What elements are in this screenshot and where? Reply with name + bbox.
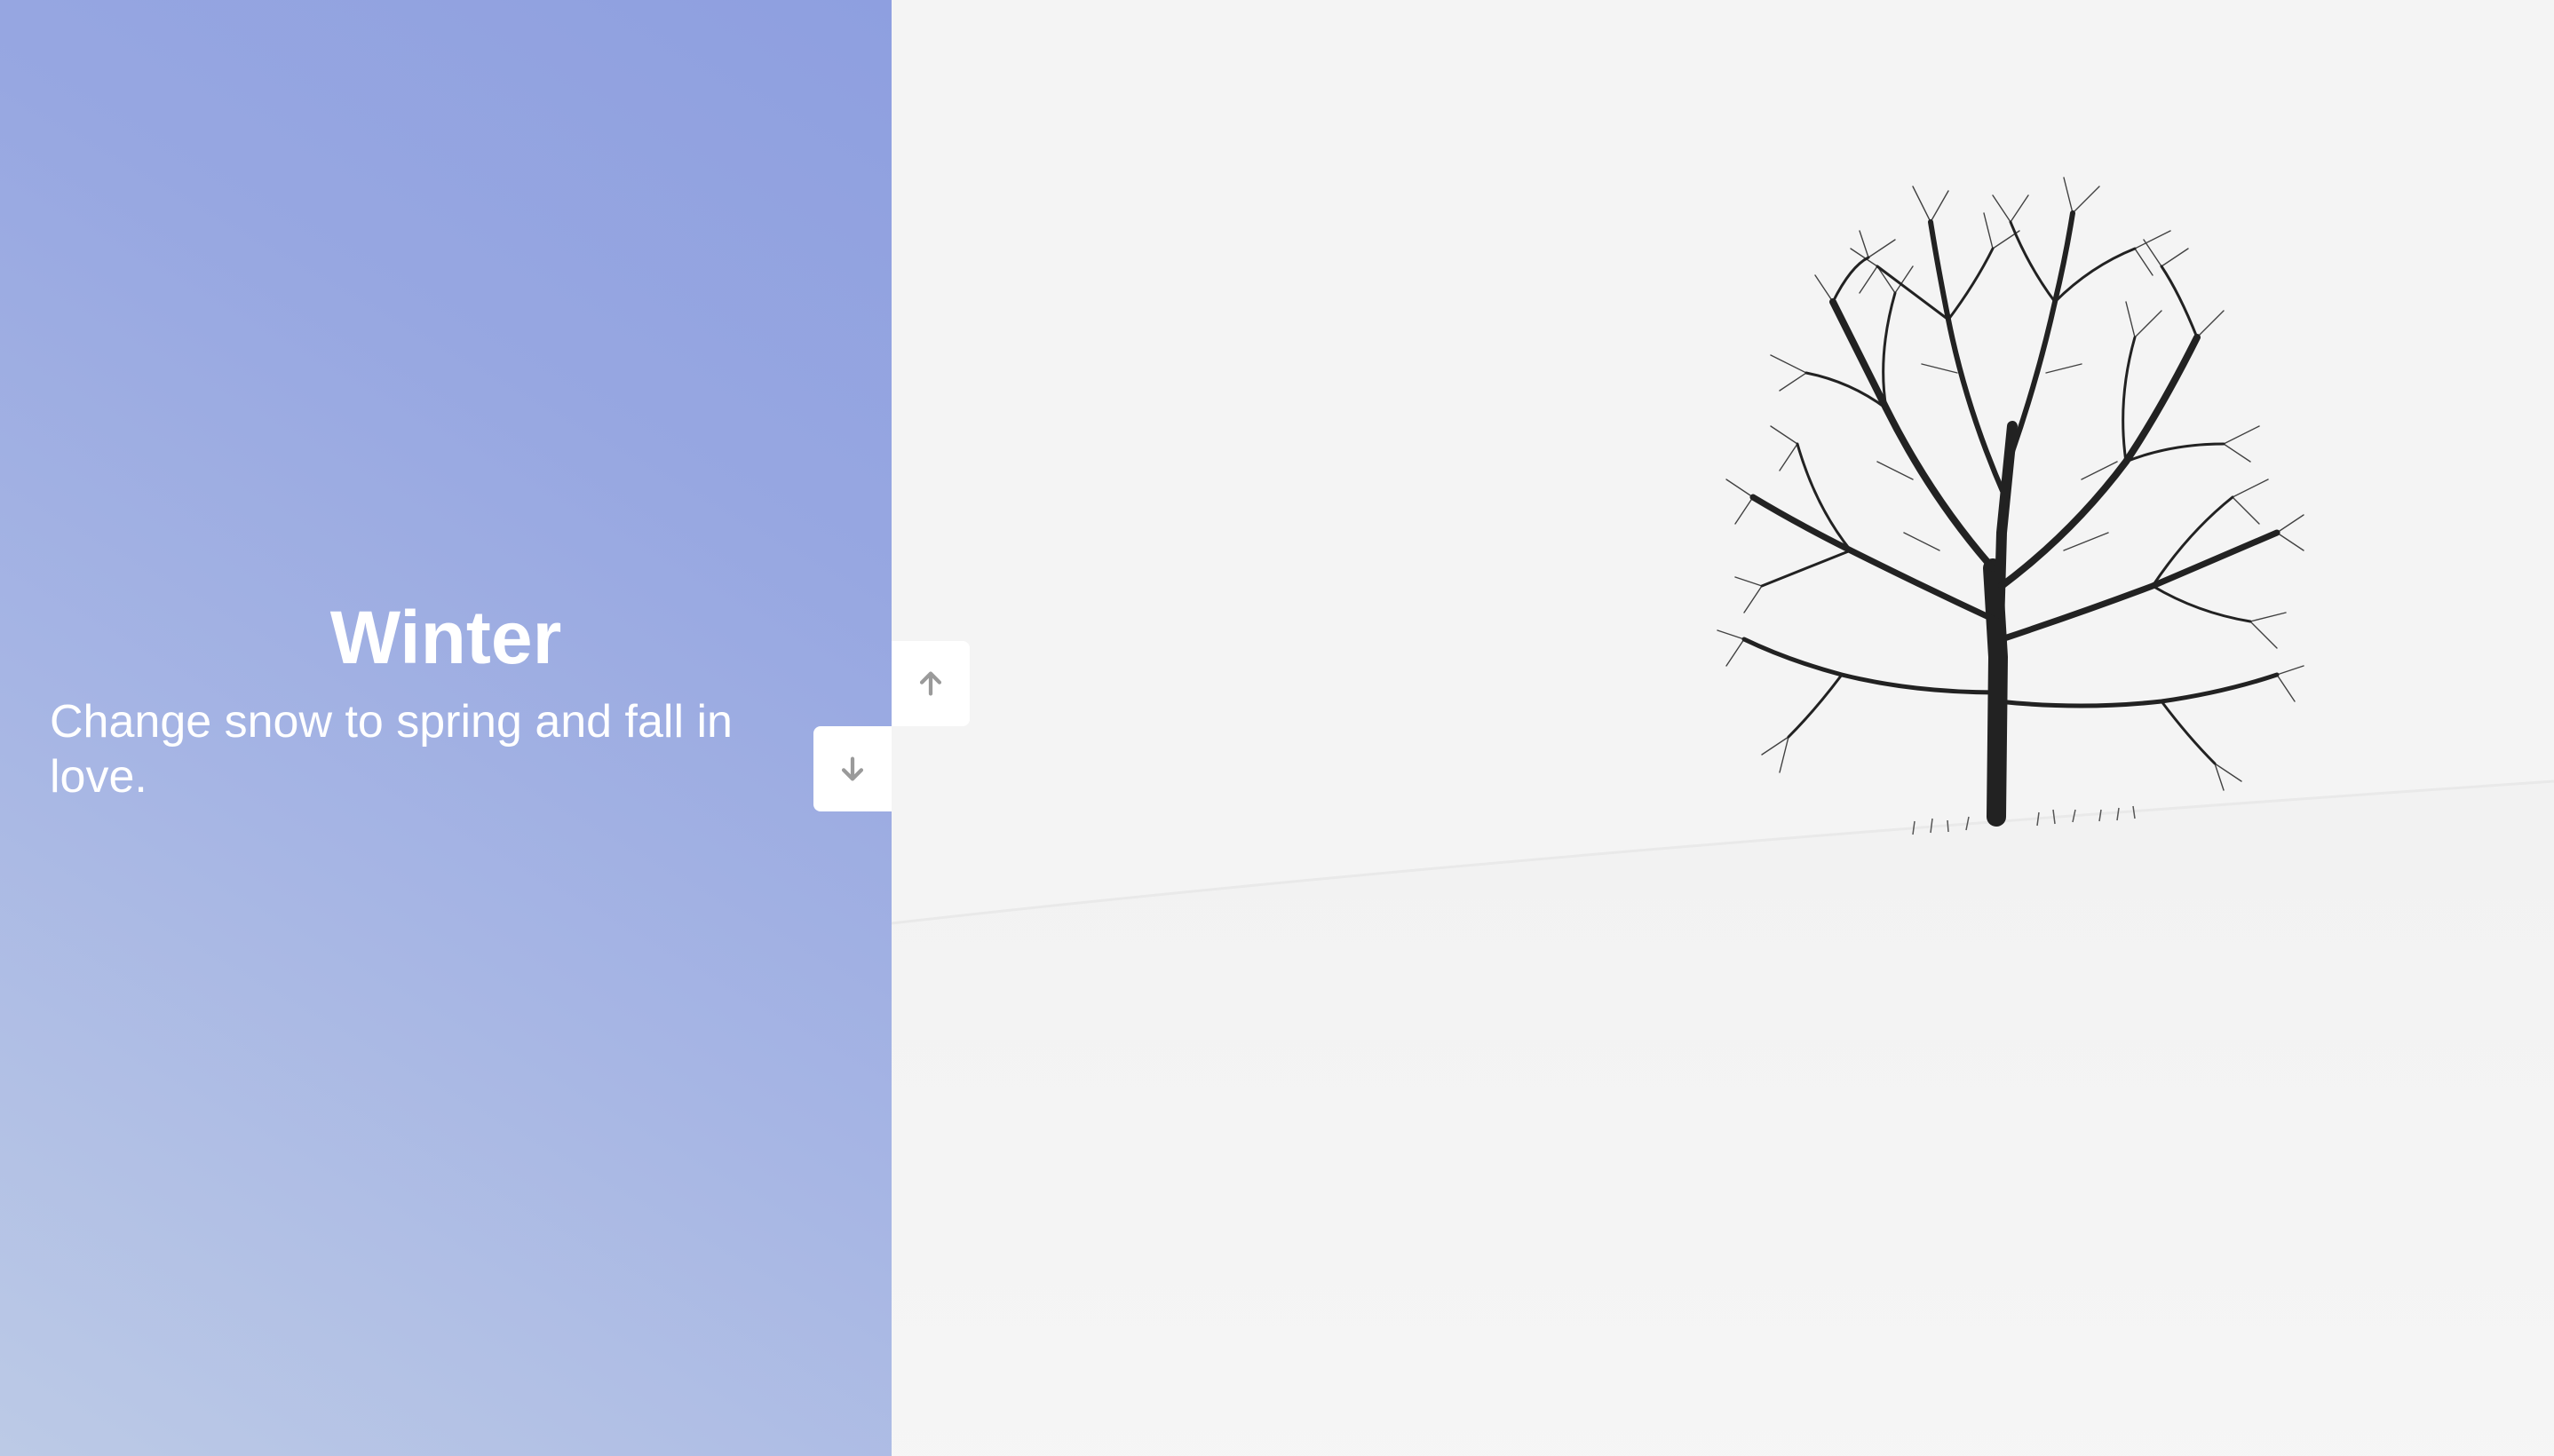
- arrow-down-icon: [841, 756, 864, 781]
- winter-tree-image: [892, 0, 2554, 1456]
- slide-title: Winter: [329, 596, 562, 679]
- slide-description: Change snow to spring and fall in love.: [50, 696, 733, 803]
- slide-down-button[interactable]: [813, 726, 892, 811]
- slide-up-button[interactable]: [892, 641, 970, 726]
- slide-image-winter-tree: [892, 0, 2554, 1456]
- split-slider: Winter Change snow to spring and fall in…: [0, 0, 2554, 1456]
- slide-caption-panel: Winter Change snow to spring and fall in…: [0, 0, 892, 1456]
- arrow-up-icon: [919, 671, 942, 696]
